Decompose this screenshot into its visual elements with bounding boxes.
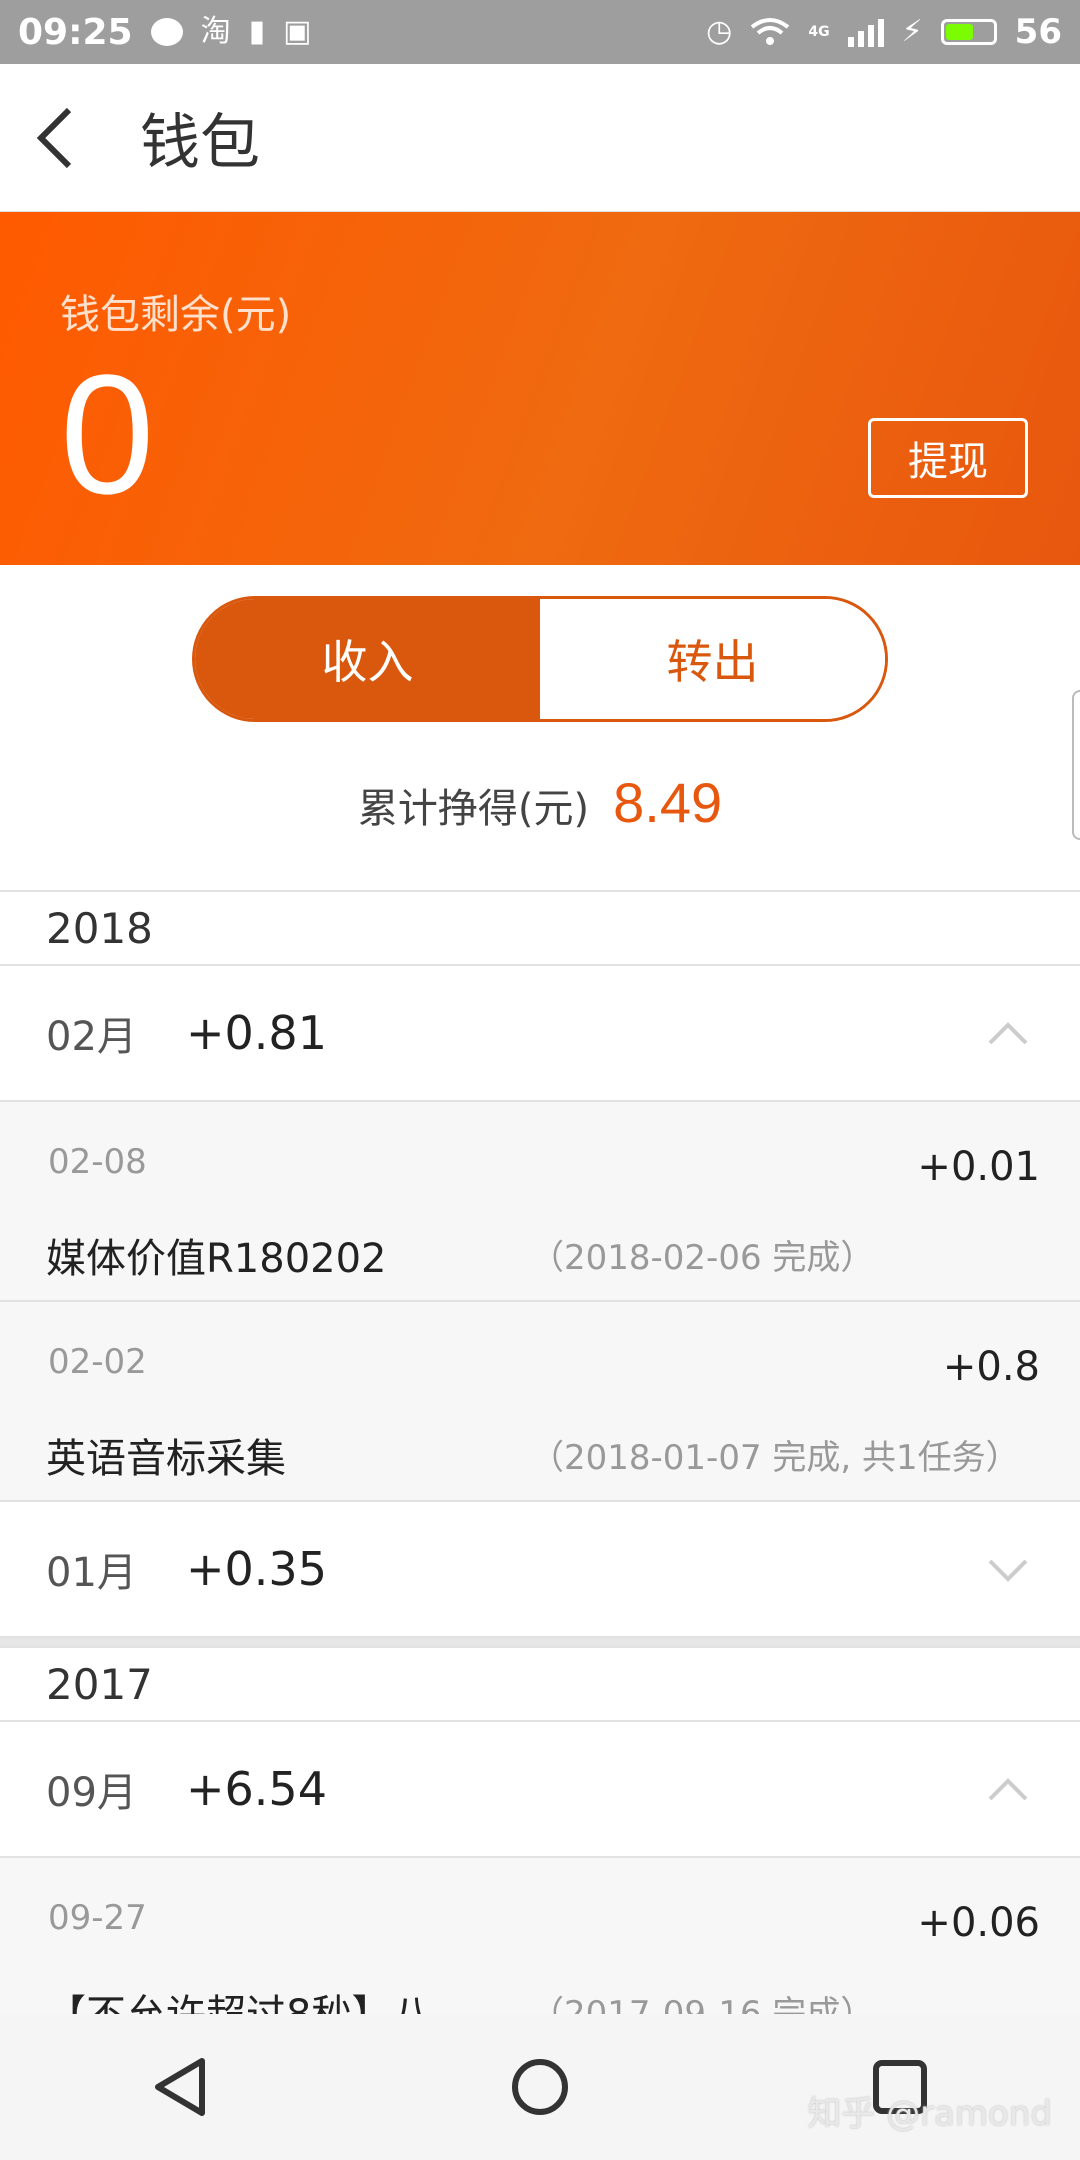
signal-icon — [847, 19, 884, 47]
app-header: 钱包 — [0, 64, 1080, 212]
total-earned: 累计挣得(元) 8.49 — [0, 770, 1080, 835]
total-earned-value: 8.49 — [613, 771, 723, 834]
battery-icon — [940, 19, 997, 45]
entry-amount: +0.06 — [917, 1900, 1040, 1946]
weibo-icon: ▣ — [283, 14, 312, 49]
year-header: 2017 — [0, 1646, 1080, 1722]
month-amount: +6.54 — [186, 1762, 327, 1816]
chevron-up-icon — [988, 1778, 1028, 1801]
status-time: 09:25 — [18, 11, 133, 53]
side-scroll-handle[interactable] — [1072, 690, 1080, 840]
tab-income[interactable]: 收入 — [195, 599, 540, 719]
year-header: 2018 — [0, 890, 1080, 966]
month-amount: +0.35 — [186, 1542, 327, 1596]
month-row[interactable]: 01月 +0.35 — [0, 1502, 1080, 1638]
entry-note: （2018-02-06 完成） — [530, 1238, 875, 1278]
withdraw-button[interactable]: 提现 — [868, 418, 1028, 498]
circle-home-icon — [512, 2059, 568, 2115]
message-icon — [150, 18, 183, 46]
taobao-icon: 淘 — [200, 14, 231, 49]
network-type: 4G — [808, 24, 830, 40]
entry-date: 02-02 — [48, 1342, 147, 1382]
month-label: 02月 — [46, 1014, 137, 1060]
entry-note: （2018-01-07 完成, 共1任务） — [530, 1438, 1020, 1478]
nav-home-button[interactable] — [480, 2027, 600, 2147]
list-item[interactable]: 02-02 +0.8 英语音标采集 （2018-01-07 完成, 共1任务） — [0, 1302, 1080, 1502]
alarm-icon: ◷ — [706, 14, 733, 49]
chevron-down-icon — [988, 1559, 1028, 1582]
section-divider — [0, 1638, 1080, 1646]
chevron-up-icon — [988, 1022, 1028, 1045]
balance-label: 钱包剩余(元) — [60, 292, 292, 338]
entry-date: 09-27 — [48, 1898, 147, 1938]
status-bar: 09:25 淘 ▮ ▣ ◷ 4G ⚡ 56 — [0, 0, 1080, 64]
triangle-back-icon — [155, 2058, 205, 2116]
entry-title: 媒体价值R180202 — [46, 1236, 387, 1282]
total-earned-label: 累计挣得(元) — [357, 786, 590, 832]
nav-back-button[interactable] — [120, 2027, 240, 2147]
month-label: 09月 — [46, 1770, 137, 1816]
entry-amount: +0.8 — [942, 1344, 1040, 1390]
chevron-left-icon — [36, 107, 72, 168]
transaction-list: 2018 02月 +0.81 02-08 +0.01 媒体价值R180202 （… — [0, 890, 1080, 2058]
wifi-icon — [751, 18, 790, 45]
back-button[interactable] — [0, 64, 110, 212]
entry-title: 英语音标采集 — [46, 1436, 286, 1482]
page-title: 钱包 — [140, 108, 260, 178]
list-item[interactable]: 02-08 +0.01 媒体价值R180202 （2018-02-06 完成） — [0, 1102, 1080, 1302]
tab-transfer-out[interactable]: 转出 — [540, 599, 885, 719]
watermark: 知乎 @ramond — [807, 2094, 1052, 2134]
month-label: 01月 — [46, 1550, 137, 1596]
month-row[interactable]: 02月 +0.81 — [0, 966, 1080, 1102]
entry-amount: +0.01 — [917, 1144, 1040, 1190]
month-amount: +0.81 — [186, 1006, 327, 1060]
balance-amount: 0 — [60, 340, 155, 530]
charging-icon: ⚡ — [901, 14, 923, 49]
month-row[interactable]: 09月 +6.54 — [0, 1722, 1080, 1858]
balance-banner: 钱包剩余(元) 0 提现 — [0, 212, 1080, 565]
battery-level: 56 — [1014, 12, 1062, 52]
income-outgo-toggle: 收入 转出 — [192, 596, 888, 722]
notification-icon: ▮ — [248, 14, 266, 49]
entry-date: 02-08 — [48, 1142, 147, 1182]
